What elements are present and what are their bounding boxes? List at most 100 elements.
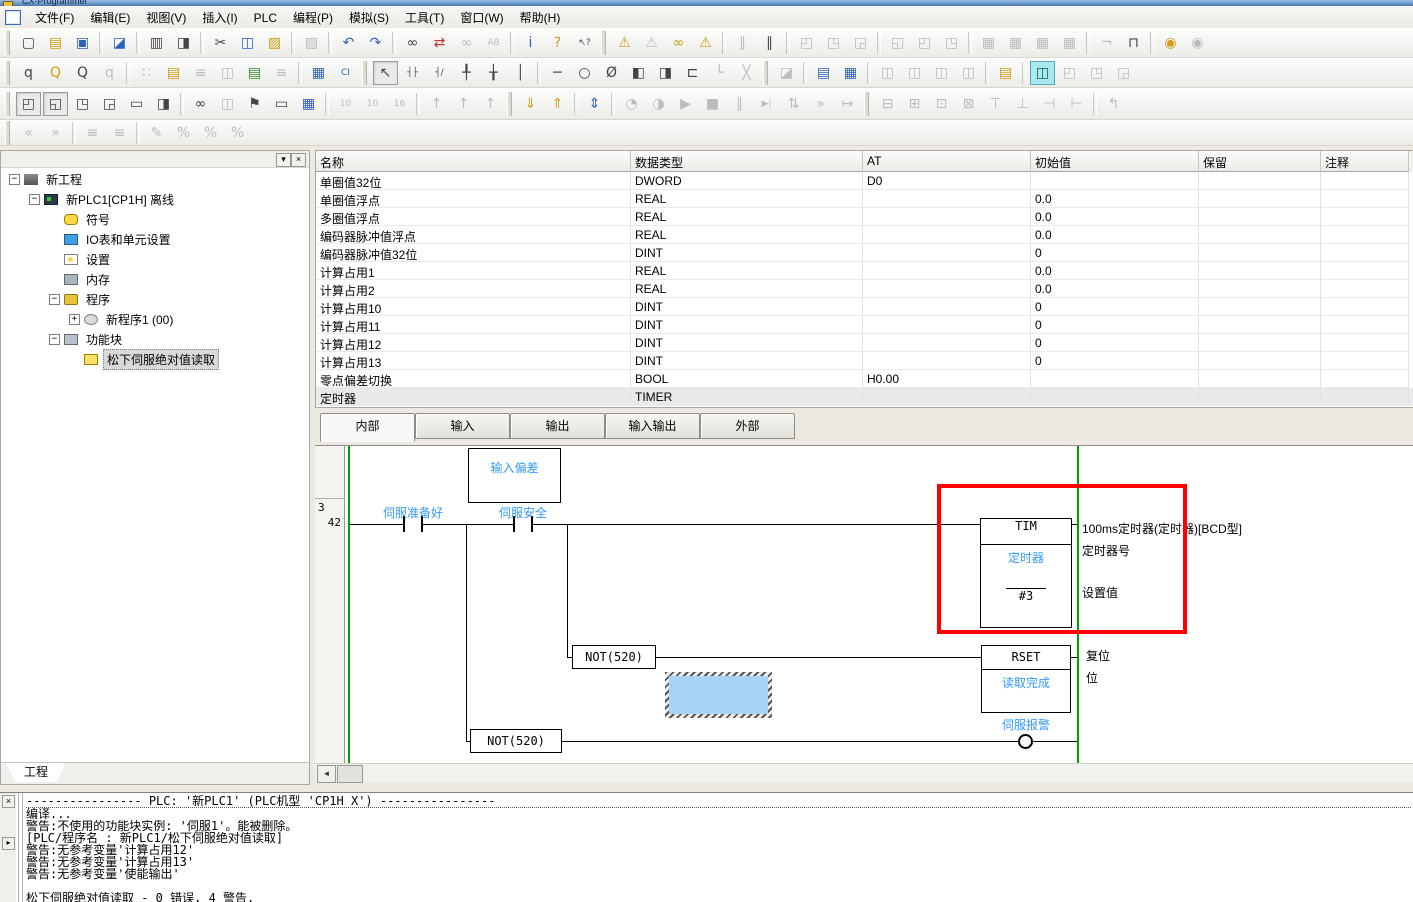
tree-expander[interactable]: − — [29, 194, 40, 205]
cell-comment[interactable] — [1321, 208, 1409, 226]
monitor-window-button[interactable]: ◫ — [1030, 61, 1055, 85]
cell-at[interactable] — [863, 244, 1031, 262]
menu-view[interactable]: 视图(V) — [138, 8, 194, 28]
cell-at[interactable] — [863, 190, 1031, 208]
variable-row[interactable]: 多圈值浮点REAL0.0 — [316, 208, 1413, 226]
toolbar-grip[interactable] — [5, 61, 10, 85]
cell-comment[interactable] — [1321, 370, 1409, 388]
compile-program-check-button[interactable]: ◪ — [107, 31, 132, 55]
cell-name[interactable]: 定时器 — [316, 388, 631, 406]
tree-item-function-blocks[interactable]: −功能块 — [1, 329, 309, 349]
variable-row[interactable]: 计算占用12DINT0 — [316, 334, 1413, 352]
toolbar-grip[interactable] — [864, 92, 869, 116]
cell-name[interactable]: 单圈值浮点 — [316, 190, 631, 208]
cell-comment[interactable] — [1321, 298, 1409, 316]
address-reference-tool-button[interactable]: ▤ — [993, 61, 1018, 85]
variable-row[interactable]: 计算占用1REAL 0.0 — [316, 262, 1413, 280]
cell-comment[interactable] — [1321, 172, 1409, 190]
cell-data-type[interactable]: DINT — [631, 316, 863, 334]
find-report-button[interactable]: ∞ — [666, 31, 691, 55]
cell-comment[interactable] — [1321, 334, 1409, 352]
menu-window[interactable]: 窗口(W) — [452, 8, 511, 28]
cell-initial-value[interactable]: 0 — [1031, 334, 1199, 352]
window-view-2-button[interactable]: ◱ — [43, 92, 68, 116]
toolbar-grip[interactable] — [362, 61, 367, 85]
toolbar-grip[interactable] — [507, 92, 512, 116]
closed-coil-tool-button[interactable]: Ø — [599, 61, 624, 85]
menu-insert[interactable]: 插入(I) — [194, 8, 245, 28]
cell-retained[interactable] — [1199, 370, 1321, 388]
tab-outputs[interactable]: 输出 — [510, 413, 605, 439]
cell-retained[interactable] — [1199, 190, 1321, 208]
compare-with-plc-button[interactable]: ⇕ — [582, 92, 607, 116]
variable-row[interactable]: 零点偏差切换BOOLH0.00 — [316, 370, 1413, 388]
menu-file[interactable]: 文件(F) — [27, 8, 82, 28]
cell-at[interactable] — [863, 334, 1031, 352]
menu-edit[interactable]: 编辑(E) — [82, 8, 138, 28]
find-in-project-button[interactable]: ∞ — [188, 92, 213, 116]
cell-comment[interactable] — [1321, 226, 1409, 244]
tab-project[interactable]: 工程 — [7, 763, 65, 782]
online-edit-check-button[interactable]: ⚠ — [693, 31, 718, 55]
cell-retained[interactable] — [1199, 352, 1321, 370]
cell-name[interactable]: 计算占用1 — [316, 262, 631, 280]
menu-plc[interactable]: PLC — [246, 8, 285, 28]
tree-item-symbols[interactable]: 符号 — [1, 209, 309, 229]
tree-item-io-table[interactable]: IO表和单元设置 — [1, 229, 309, 249]
cell-comment[interactable] — [1321, 352, 1409, 370]
cell-comment[interactable] — [1321, 316, 1409, 334]
cell-name[interactable]: 计算占用10 — [316, 298, 631, 316]
menu-tools[interactable]: 工具(T) — [397, 8, 452, 28]
print-preview-button[interactable]: ◨ — [171, 31, 196, 55]
time-chart-monitor-button[interactable]: ⊓ — [1121, 31, 1146, 55]
cell-name[interactable]: 计算占用13 — [316, 352, 631, 370]
cell-initial-value[interactable] — [1031, 388, 1199, 406]
cell-at[interactable] — [863, 226, 1031, 244]
variable-row[interactable]: 计算占用11DINT0 — [316, 316, 1413, 334]
contact-servo-ready[interactable] — [403, 516, 423, 532]
cell-at[interactable]: D0 — [863, 172, 1031, 190]
cell-retained[interactable] — [1199, 244, 1321, 262]
cell-initial-value[interactable]: 0 — [1031, 316, 1199, 334]
transfer-from-plc-button[interactable]: ⇑ — [545, 92, 570, 116]
cell-initial-value[interactable]: 0.0 — [1031, 226, 1199, 244]
cell-name[interactable]: 多圈值浮点 — [316, 208, 631, 226]
cell-initial-value[interactable]: 0.0 — [1031, 280, 1199, 298]
cell-initial-value[interactable]: 0 — [1031, 298, 1199, 316]
cell-initial-value[interactable]: 0.0 — [1031, 262, 1199, 280]
pause-monitor-button[interactable]: ∥ — [757, 31, 782, 55]
cell-comment[interactable] — [1321, 262, 1409, 280]
cell-name[interactable]: 计算占用2 — [316, 280, 631, 298]
cell-initial-value[interactable] — [1031, 370, 1199, 388]
cell-name[interactable]: 零点偏差切换 — [316, 370, 631, 388]
output-scroll-button[interactable]: ▸ — [2, 837, 15, 850]
cross-reference-button[interactable]: ▦ — [838, 61, 863, 85]
document-window-icon[interactable] — [5, 10, 21, 25]
cell-initial-value[interactable]: 0.0 — [1031, 208, 1199, 226]
cell-initial-value[interactable]: 0 — [1031, 352, 1199, 370]
cell-name[interactable]: 编码器脉冲值浮点 — [316, 226, 631, 244]
scrollbar-thumb[interactable] — [337, 765, 363, 783]
variable-row[interactable]: 计算占用2REAL0.0 — [316, 280, 1413, 298]
cell-data-type[interactable]: BOOL — [631, 370, 863, 388]
window-view-1-button[interactable]: ◰ — [16, 92, 41, 116]
cell-data-type[interactable]: REAL — [631, 262, 863, 280]
section-list-button[interactable]: ▤ — [811, 61, 836, 85]
cell-retained[interactable] — [1199, 316, 1321, 334]
tree-item-programs[interactable]: −程序 — [1, 289, 309, 309]
find-button[interactable]: ∞ — [400, 31, 425, 55]
cell-name[interactable]: 计算占用12 — [316, 334, 631, 352]
tree-expander[interactable]: − — [49, 294, 60, 305]
contact-no-button[interactable]: ┤├ — [400, 61, 425, 85]
cell-data-type[interactable]: REAL — [631, 226, 863, 244]
tree-item-function-block[interactable]: 松下伺服绝对值读取 — [1, 349, 309, 369]
print-button[interactable]: ▥ — [144, 31, 169, 55]
properties-button[interactable]: i — [518, 31, 543, 55]
cell-retained[interactable] — [1199, 262, 1321, 280]
not-instruction-1[interactable]: NOT(520) — [572, 645, 656, 669]
memory-monitor-button[interactable]: ▦ — [296, 92, 321, 116]
fb-invocation-button[interactable]: ◨ — [653, 61, 678, 85]
cell-name[interactable]: 编码器脉冲值32位 — [316, 244, 631, 262]
cell-data-type[interactable]: REAL — [631, 190, 863, 208]
not-instruction-2[interactable]: NOT(520) — [470, 729, 562, 753]
